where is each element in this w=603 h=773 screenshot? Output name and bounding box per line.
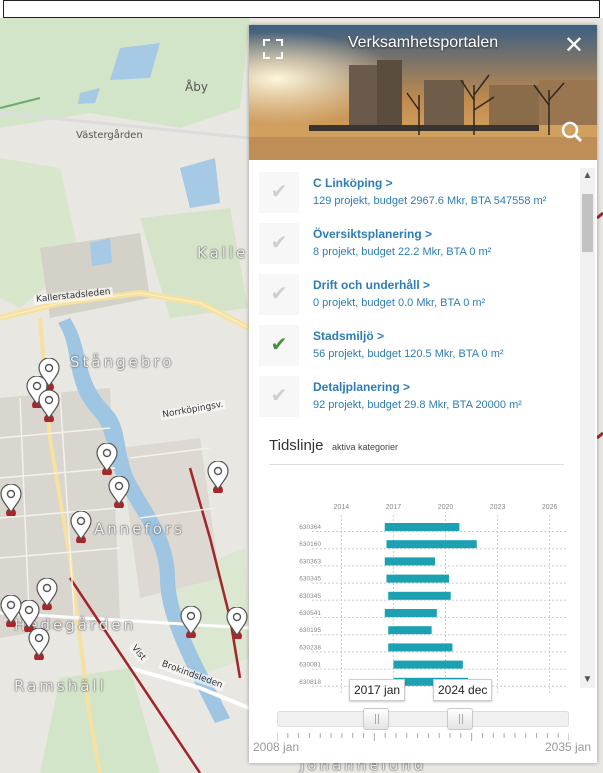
map-label-vastergarden: Västergården — [76, 130, 143, 141]
y-tick-label: 630160 — [299, 541, 321, 548]
map-pin-icon[interactable] — [0, 484, 22, 516]
scroll-up-icon[interactable]: ▲ — [580, 168, 595, 184]
hero-image: Verksamhetsportalen ✕ — [249, 25, 597, 160]
gantt-bar — [388, 643, 453, 652]
category-summary: 92 projekt, budget 29.8 Mkr, BTA 20000 m… — [313, 399, 522, 411]
gantt-bar — [388, 591, 451, 600]
x-tick-label: 2023 — [490, 504, 506, 511]
category-name[interactable]: C Linköping > — [313, 176, 393, 190]
checkmark-icon[interactable]: ✔ — [259, 172, 299, 213]
gantt-bar — [386, 540, 477, 549]
checkmark-icon[interactable]: ✔ — [259, 274, 299, 315]
gantt-bar — [384, 557, 436, 566]
category-item[interactable]: ✔ C Linköping > 129 projekt, budget 2967… — [253, 168, 579, 217]
map-pin-icon[interactable] — [96, 443, 118, 475]
axis-start-label: 2008 jan — [253, 740, 300, 754]
divider — [269, 464, 564, 465]
y-tick-label: 630541 — [299, 610, 321, 617]
map-label-ramshall: Ramshäll — [14, 677, 107, 695]
y-tick-label: 630238 — [299, 644, 321, 651]
timeline-chart: 2014 2017 2020 2023 2026 630364 630160 630363 63… — [299, 504, 567, 695]
map-label-annefors: Annefors — [94, 520, 185, 538]
timeline-title: Tidslinje — [269, 437, 324, 454]
map-label-stangebro: Stångebro — [70, 353, 175, 371]
y-tick-label: 630364 — [299, 524, 321, 531]
top-bar — [3, 0, 600, 18]
category-item[interactable]: ✔ Stadsmiljö > 56 projekt, budget 120.5 … — [253, 321, 579, 370]
category-name[interactable]: Översiktsplanering > — [313, 227, 432, 241]
y-tick-label: 630363 — [299, 558, 321, 565]
map-pin-icon[interactable] — [207, 461, 229, 493]
map-pin-icon[interactable] — [180, 606, 202, 638]
range-end-handle[interactable] — [447, 708, 473, 730]
checkmark-icon[interactable]: ✔ — [259, 223, 299, 264]
category-item[interactable]: ✔ Översiktsplanering > 8 projekt, budget… — [253, 219, 579, 268]
map-pin-icon[interactable] — [38, 390, 60, 422]
category-summary: 0 projekt, budget 0.0 Mkr, BTA 0 m² — [313, 297, 486, 309]
range-start-handle[interactable] — [363, 708, 389, 730]
map-pin-icon[interactable] — [0, 595, 22, 627]
category-name[interactable]: Stadsmiljö > — [313, 329, 384, 343]
x-tick-label: 2020 — [438, 504, 454, 511]
scrollbar-thumb[interactable] — [582, 194, 593, 252]
axis-end-label: 2035 jan — [545, 740, 592, 754]
category-list: ✔ C Linköping > 129 projekt, budget 2967… — [249, 168, 579, 430]
x-tick-label: 2026 — [542, 504, 558, 511]
y-tick-label: 630345 — [299, 576, 321, 583]
category-item[interactable]: ✔ Detaljplanering > 92 projekt, budget 2… — [253, 372, 579, 421]
timeline-subtitle: aktiva kategorier — [332, 442, 399, 452]
gantt-bar — [384, 609, 437, 617]
y-tick-label: 630345 — [299, 593, 321, 600]
category-item[interactable]: ✔ Drift och underhåll > 0 projekt, budge… — [253, 270, 579, 319]
timeline-range-slider[interactable] — [277, 711, 569, 727]
verksamhetsportalen-panel: Verksamhetsportalen ✕ ✔ C Linköping > 12… — [249, 25, 597, 763]
gantt-bar — [388, 626, 432, 635]
x-tick-label: 2017 — [386, 504, 402, 511]
checkmark-icon[interactable]: ✔ — [259, 376, 299, 417]
x-tick-label: 2014 — [334, 504, 350, 511]
y-tick-label: 630195 — [299, 627, 321, 634]
y-tick-label: 630818 — [299, 679, 321, 686]
map-pin-icon[interactable] — [108, 476, 130, 508]
category-summary: 56 projekt, budget 120.5 Mkr, BTA 0 m² — [313, 348, 504, 360]
gantt-bar — [393, 660, 463, 669]
range-start-label: 2017 jan — [349, 679, 406, 701]
scroll-down-icon[interactable]: ▼ — [580, 672, 595, 688]
map-pin-icon[interactable] — [28, 628, 50, 660]
panel-title: Verksamhetsportalen — [347, 34, 499, 51]
category-summary: 8 projekt, budget 22.2 Mkr, BTA 0 m² — [313, 246, 492, 258]
close-icon[interactable]: ✕ — [564, 31, 584, 60]
map-pin-icon[interactable] — [226, 607, 248, 639]
category-summary: 129 projekt, budget 2967.6 Mkr, BTA 5475… — [313, 195, 547, 207]
search-icon[interactable] — [561, 121, 583, 148]
gantt-bar — [384, 523, 460, 531]
category-name[interactable]: Detaljplanering > — [313, 380, 410, 394]
panel-scrollbar[interactable]: ▲ ▼ — [580, 168, 595, 688]
map-label-kalle: Kalle — [197, 244, 249, 262]
slider-ticks — [277, 733, 569, 741]
map-pin-icon[interactable] — [70, 511, 92, 543]
map-label-aby: Åby — [185, 80, 208, 94]
checkmark-icon[interactable]: ✔ — [259, 325, 299, 366]
y-tick-label: 630081 — [299, 662, 321, 669]
range-end-label: 2024 dec — [433, 679, 493, 701]
category-name[interactable]: Drift och underhåll > — [313, 278, 430, 292]
gantt-bar — [386, 574, 449, 583]
